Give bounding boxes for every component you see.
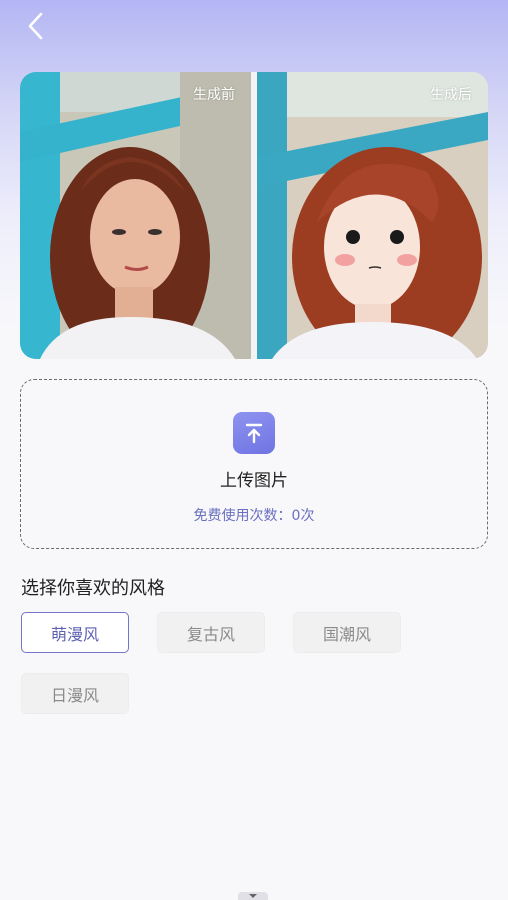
upload-arrow-icon [233, 412, 275, 454]
upload-area[interactable]: 上传图片 免费使用次数：0次 [20, 379, 488, 549]
before-label: 生成前 [193, 87, 235, 103]
style-option-retro[interactable]: 复古风 [157, 612, 265, 653]
style-option-guochao[interactable]: 国潮风 [293, 612, 401, 653]
style-option-riman[interactable]: 日漫风 [21, 673, 129, 714]
back-button[interactable] [18, 8, 54, 44]
style-option-mengman[interactable]: 萌漫风 [21, 612, 129, 653]
caret-down-icon [249, 894, 257, 898]
before-after-comparison: 生成前 生成后 [20, 72, 488, 359]
free-usage-count: 免费使用次数：0次 [193, 508, 315, 524]
after-label: 生成后 [430, 87, 472, 103]
bottom-sheet-handle[interactable] [238, 892, 268, 900]
style-section-title: 选择你喜欢的风格 [21, 578, 165, 599]
upload-label: 上传图片 [220, 471, 288, 491]
after-photo: 生成后 [257, 72, 488, 359]
before-photo: 生成前 [20, 72, 251, 359]
chevron-left-icon [28, 12, 43, 40]
